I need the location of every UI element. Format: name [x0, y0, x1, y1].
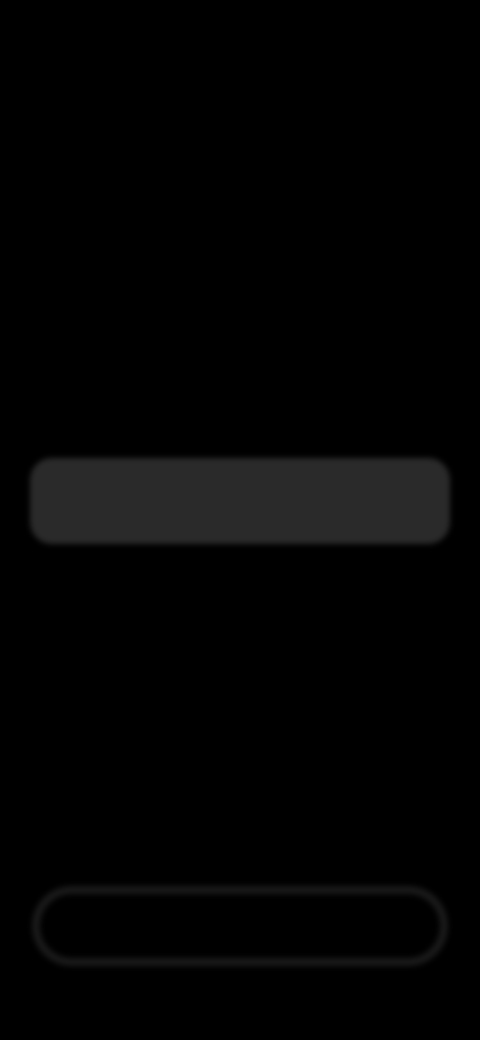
screen [0, 0, 480, 1040]
picker-selection-highlight [30, 458, 450, 544]
bottom-action-button[interactable] [32, 886, 448, 966]
status-bar [0, 8, 480, 48]
